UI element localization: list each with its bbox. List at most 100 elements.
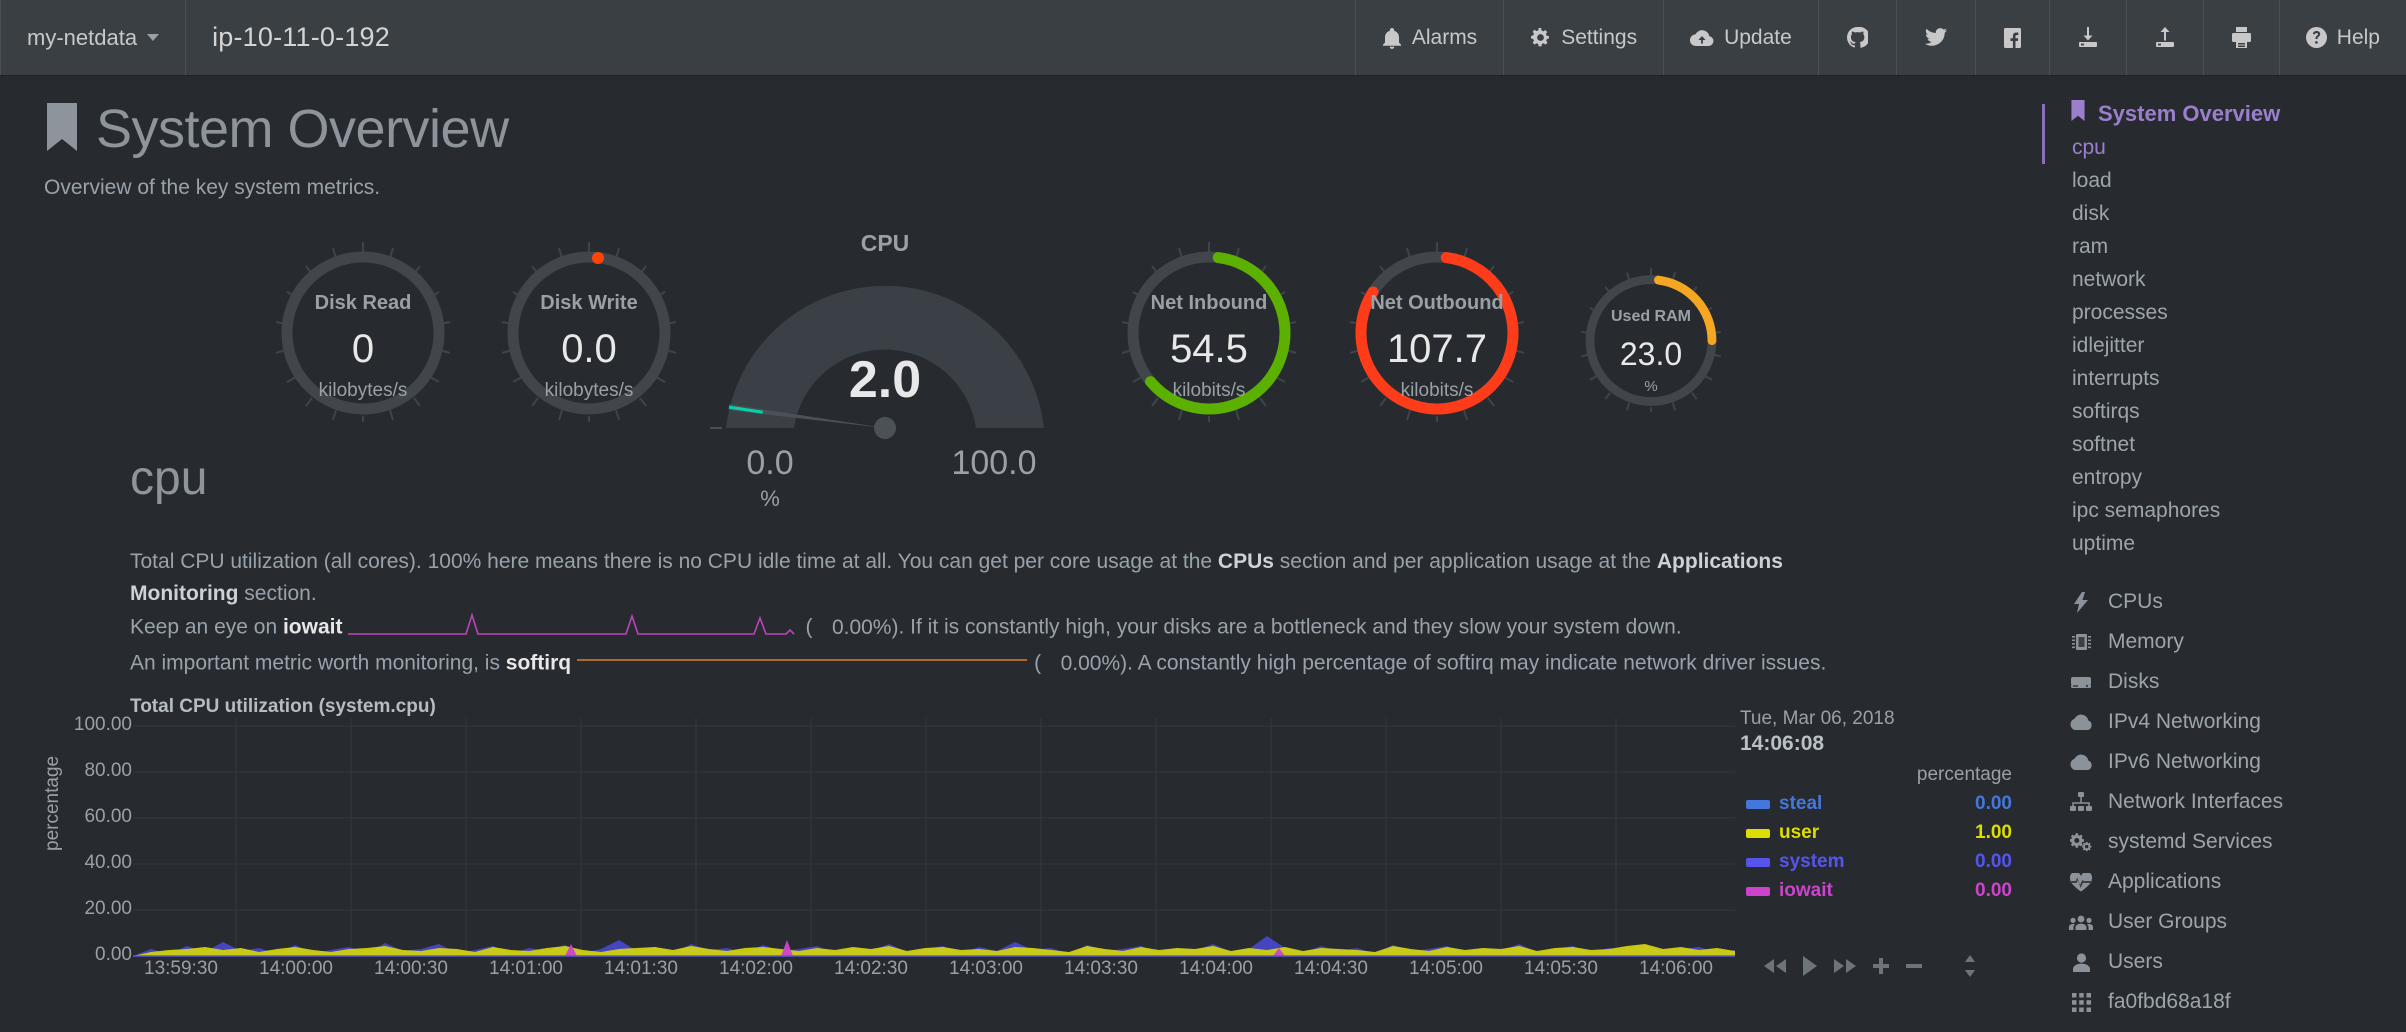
update-button[interactable]: Update — [1663, 0, 1818, 75]
legend-item-user[interactable]: user 1.00 — [1740, 822, 2030, 844]
legend-item-iowait[interactable]: iowait 0.00 — [1740, 880, 2030, 902]
sidebar-head-label: System Overview — [2098, 100, 2281, 126]
chart-plot-area[interactable] — [133, 718, 1735, 965]
sidebar-item-load[interactable]: load — [2040, 169, 2406, 193]
gauge-unit: % — [1644, 378, 1658, 395]
sidebar-item-network-interfaces[interactable]: Network Interfaces — [2040, 790, 2406, 814]
cpu-desc-p2-a: Keep an eye on — [130, 615, 283, 639]
settings-button[interactable]: Settings — [1503, 0, 1663, 75]
legend-swatch-icon — [1746, 886, 1770, 896]
hdd-icon — [2068, 675, 2094, 690]
x-tick: 14:03:00 — [949, 958, 1023, 979]
x-tick: 13:59:30 — [144, 958, 218, 979]
sidebar-item-applications[interactable]: Applications — [2040, 870, 2406, 894]
zoom-in-button[interactable] — [1871, 956, 1891, 976]
sidebar-item-disks[interactable]: Disks — [2040, 670, 2406, 694]
legend-label: steal — [1779, 793, 1823, 814]
sidebar-item-uptime[interactable]: uptime — [2040, 532, 2406, 556]
github-link[interactable] — [1817, 0, 1896, 75]
sidebar-item-label: CPUs — [2108, 590, 2163, 613]
gauge-unit: kilobits/s — [1172, 380, 1246, 401]
twitter-link[interactable] — [1895, 0, 1975, 75]
page-body: System Overview Overview of the key syst… — [0, 76, 2406, 1032]
sidebar-item-network[interactable]: network — [2040, 268, 2406, 292]
sidebar-item-entropy[interactable]: entropy — [2040, 466, 2406, 490]
sidebar-item-memory[interactable]: Memory — [2040, 630, 2406, 654]
export-button[interactable] — [2125, 0, 2203, 75]
sidebar-item-processes[interactable]: processes — [2040, 301, 2406, 325]
zoom-out-button[interactable] — [1904, 956, 1924, 976]
sidebar-item-ipv4-networking[interactable]: IPv4 Networking — [2040, 710, 2406, 734]
legend-item-system[interactable]: system 0.00 — [1740, 851, 2030, 873]
sidebar-item-softirqs[interactable]: softirqs — [2040, 400, 2406, 424]
sidebar-item-label: fa0fbd68a18f — [2108, 990, 2231, 1013]
sidebar-item-ipv6-networking[interactable]: IPv6 Networking — [2040, 750, 2406, 774]
page-subtitle: Overview of the key system metrics. — [44, 176, 381, 199]
cpu-gauge-min: 0.0 — [746, 444, 794, 482]
sidebar-item-disk[interactable]: disk — [2040, 202, 2406, 226]
legend-value: 1.00 — [1975, 822, 2012, 843]
cpu-desc-p3-open: ( — [1034, 651, 1042, 675]
cpu-chart[interactable]: Total CPU utilization (system.cpu) perce… — [0, 696, 2040, 996]
print-button[interactable] — [2202, 0, 2279, 75]
gauge-label: Disk Write — [540, 292, 638, 314]
sidebar-item-container[interactable]: fa0fbd68a18f — [2040, 990, 2406, 1014]
facebook-link[interactable] — [1974, 0, 2049, 75]
legend-item-steal[interactable]: steal 0.00 — [1740, 793, 2030, 815]
top-navbar: my-netdata ip-10-11-0-192 Alarms Setting… — [0, 0, 2406, 76]
users-icon — [2068, 914, 2094, 930]
gauge-label: Net Outbound — [1370, 292, 1504, 314]
sidebar-item-softnet[interactable]: softnet — [2040, 433, 2406, 457]
x-tick: 14:04:30 — [1294, 958, 1368, 979]
hostname-label[interactable]: ip-10-11-0-192 — [185, 0, 416, 75]
gauge-unit: kilobytes/s — [318, 380, 408, 401]
bell-icon — [1382, 27, 1402, 49]
memory-chip-icon — [2068, 632, 2094, 652]
legend-label: user — [1779, 822, 1820, 843]
bookmark-icon — [2070, 100, 2086, 127]
sidebar-item-label: Memory — [2108, 630, 2184, 653]
sidebar-item-label: systemd Services — [2108, 830, 2273, 853]
iowait-sparkline — [346, 610, 801, 646]
gauge-net-inbound[interactable]: Net Inbound 54.5 kilobits/s — [1118, 240, 1300, 422]
y-tick: 80.00 — [84, 760, 132, 781]
chart-legend: Tue, Mar 06, 2018 14:06:08 percentage st… — [1740, 708, 2030, 902]
cpus-link[interactable]: CPUs — [1218, 550, 1274, 573]
gauge-value: 23.0 — [1619, 336, 1683, 372]
sidebar-item-systemd-services[interactable]: systemd Services — [2040, 830, 2406, 854]
sidebar-item-users[interactable]: Users — [2040, 950, 2406, 974]
x-tick: 14:01:00 — [489, 958, 563, 979]
sidebar-item-user-groups[interactable]: User Groups — [2040, 910, 2406, 934]
sidebar-item-label: Applications — [2108, 870, 2222, 893]
cpu-gauge-unit: % — [760, 486, 780, 511]
forward-button[interactable] — [1832, 956, 1858, 976]
sidebar-item-idlejitter[interactable]: idlejitter — [2040, 334, 2406, 358]
sidebar-item-interrupts[interactable]: interrupts — [2040, 367, 2406, 391]
gauge-disk-write[interactable]: Disk Write 0.0 kilobytes/s — [498, 240, 680, 422]
netdata-brand-dropdown[interactable]: my-netdata — [0, 0, 185, 75]
resize-handle[interactable] — [1963, 954, 1977, 978]
gauge-value: 0.0 — [561, 327, 617, 371]
sidebar-item-ipc-semaphores[interactable]: ipc semaphores — [2040, 499, 2406, 523]
gauge-label: Disk Read — [314, 292, 412, 314]
softirq-label: softirq — [505, 651, 572, 675]
gauge-net-outbound[interactable]: Net Outbound 107.7 kilobits/s — [1346, 240, 1528, 422]
sidebar-item-label: IPv4 Networking — [2108, 710, 2261, 733]
main-content: System Overview Overview of the key syst… — [0, 76, 2040, 1032]
gauge-cpu[interactable]: CPU 2.0 0.0 % 100.0 — [710, 230, 1060, 511]
gauge-disk-read[interactable]: Disk Read 0 kilobytes/s — [272, 240, 454, 422]
sidebar-item-cpus[interactable]: CPUs — [2040, 590, 2406, 614]
sidebar-item-system-overview[interactable]: System Overview — [2040, 100, 2406, 127]
legend-swatch-icon — [1746, 828, 1770, 838]
legend-units-header: percentage — [1916, 764, 2012, 785]
alarms-button[interactable]: Alarms — [1354, 0, 1503, 75]
play-button[interactable] — [1801, 955, 1819, 977]
rewind-button[interactable] — [1762, 956, 1788, 976]
gauge-value: 0 — [351, 327, 375, 371]
gauge-used-ram[interactable]: Used RAM 23.0 % — [1578, 266, 1724, 412]
import-button[interactable] — [2048, 0, 2126, 75]
cpu-desc-paragraph-2: Keep an eye on iowait (0.00%). If it is … — [130, 610, 1830, 646]
help-button[interactable]: Help — [2278, 0, 2406, 75]
sidebar-item-cpu[interactable]: cpu — [2040, 136, 2406, 160]
sidebar-item-ram[interactable]: ram — [2040, 235, 2406, 259]
